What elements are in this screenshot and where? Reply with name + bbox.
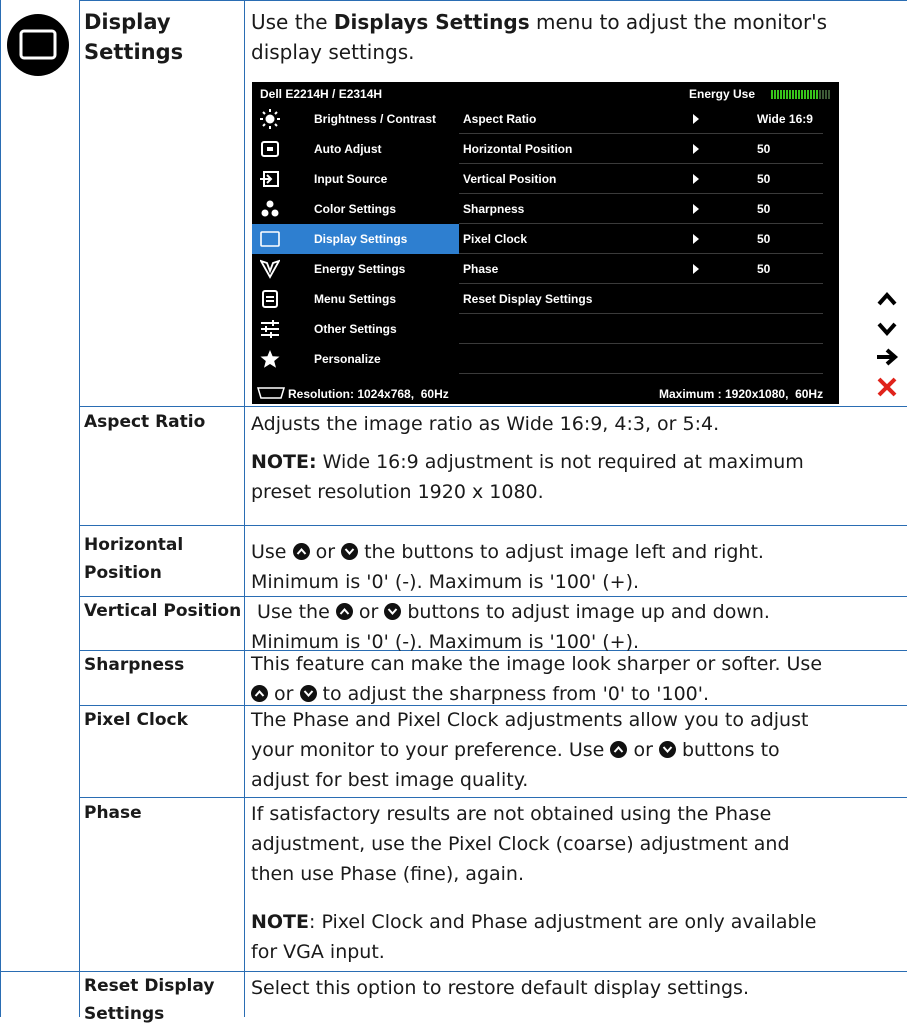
menu-item-input-source[interactable]: Input Source — [252, 164, 459, 194]
submenu-horizontal-position[interactable]: Horizontal Position 50 — [459, 134, 823, 164]
down-button-icon — [384, 603, 402, 620]
submenu-arrow-icon — [693, 204, 699, 214]
osd-header: Dell E2214H / E2314H Energy Use — [252, 82, 839, 104]
label-pixel-clock: Pixel Clock — [84, 710, 188, 730]
submenu-arrow-icon — [693, 234, 699, 244]
vga-connector-icon — [256, 387, 286, 399]
menu-item-other-settings[interactable]: Other Settings — [252, 314, 459, 344]
menu-item-color-settings[interactable]: Color Settings — [252, 194, 459, 224]
submenu-arrow-icon — [693, 144, 699, 154]
up-button-icon — [292, 543, 310, 560]
star-icon — [260, 350, 280, 368]
row-line — [79, 797, 907, 798]
osd-screenshot: Dell E2214H / E2314H Energy Use Brightne… — [252, 82, 839, 404]
table-top — [79, 0, 907, 1]
table-border-left — [0, 0, 1, 1017]
menu-item-display-settings[interactable]: Display Settings — [252, 224, 459, 254]
right-arrow-icon[interactable] — [872, 342, 902, 372]
submenu-arrow-icon — [693, 174, 699, 184]
submenu-empty-row — [459, 344, 823, 374]
label-horizontal-position: Horizontal Position — [84, 535, 184, 583]
menu-settings-icon — [262, 290, 278, 308]
submenu-vertical-position[interactable]: Vertical Position 50 — [459, 164, 823, 194]
desc-vertical-position: Use the or buttons to adjust image up an… — [251, 601, 770, 653]
label-aspect-ratio: Aspect Ratio — [84, 412, 206, 432]
table-divider-2 — [244, 0, 245, 1017]
display-settings-icon — [6, 13, 70, 77]
osd-energy-label: Energy Use — [689, 87, 756, 101]
current-resolution: Resolution: 1024x768, 60Hz — [288, 387, 449, 401]
row-line — [79, 525, 907, 526]
down-arrow-icon[interactable] — [872, 314, 902, 344]
auto-adjust-icon — [261, 141, 279, 157]
menu-item-menu-settings[interactable]: Menu Settings — [252, 284, 459, 314]
osd-model-label: Dell E2214H / E2314H — [260, 87, 383, 101]
submenu-pixel-clock[interactable]: Pixel Clock 50 — [459, 224, 823, 254]
menu-item-brightness[interactable]: Brightness / Contrast — [252, 104, 459, 134]
intro-text: Use the Displays Settings menu to adjust… — [251, 10, 828, 64]
desc-sharpness: This feature can make the image look sha… — [251, 653, 823, 705]
submenu-aspect-ratio[interactable]: Aspect Ratio Wide 16:9 — [459, 104, 823, 134]
submenu-arrow-icon — [693, 114, 699, 124]
up-arrow-icon[interactable] — [872, 284, 902, 314]
color-settings-icon — [261, 200, 279, 217]
label-phase: Phase — [84, 803, 142, 823]
input-source-icon — [260, 171, 279, 187]
down-button-icon — [658, 741, 676, 758]
desc-horizontal-position: Use or the buttons to adjust image left … — [251, 541, 764, 593]
menu-item-energy-settings[interactable]: Energy Settings — [252, 254, 459, 284]
energy-meter — [771, 87, 831, 101]
desc-pixel-clock: The Phase and Pixel Clock adjustments al… — [251, 709, 809, 791]
up-button-icon — [610, 741, 628, 758]
label-vertical-position: Vertical Position — [84, 601, 242, 621]
menu-item-auto-adjust[interactable]: Auto Adjust — [252, 134, 459, 164]
down-button-icon — [299, 685, 317, 702]
submenu-arrow-icon — [693, 264, 699, 274]
brightness-icon — [260, 109, 280, 129]
maximum-resolution: Maximum : 1920x1080, 60Hz — [659, 387, 824, 401]
up-button-icon — [335, 603, 353, 620]
down-button-icon — [341, 543, 359, 560]
submenu-empty-row — [459, 314, 823, 344]
desc-reset-display-settings: Select this option to restore default di… — [251, 977, 749, 999]
table-divider-1 — [79, 0, 80, 1017]
row-line — [79, 406, 907, 407]
close-icon[interactable] — [872, 372, 902, 402]
other-settings-icon — [261, 320, 279, 338]
submenu-reset-display-settings[interactable]: Reset Display Settings — [459, 284, 823, 314]
menu-item-personalize[interactable]: Personalize — [252, 344, 459, 374]
desc-aspect-ratio: Adjusts the image ratio as Wide 16:9, 4:… — [251, 413, 804, 503]
desc-phase: If satisfactory results are not obtained… — [251, 803, 817, 963]
energy-icon — [260, 259, 280, 279]
submenu-phase[interactable]: Phase 50 — [459, 254, 823, 284]
label-sharpness: Sharpness — [84, 655, 185, 675]
submenu-sharpness[interactable]: Sharpness 50 — [459, 194, 823, 224]
label-reset-display-settings: Reset Display Settings — [84, 976, 215, 1024]
display-icon — [260, 231, 280, 247]
osd-footer: Resolution: 1024x768, 60Hz Maximum : 192… — [252, 382, 839, 404]
section-title: Display Settings — [84, 10, 184, 64]
up-button-icon — [251, 685, 268, 702]
